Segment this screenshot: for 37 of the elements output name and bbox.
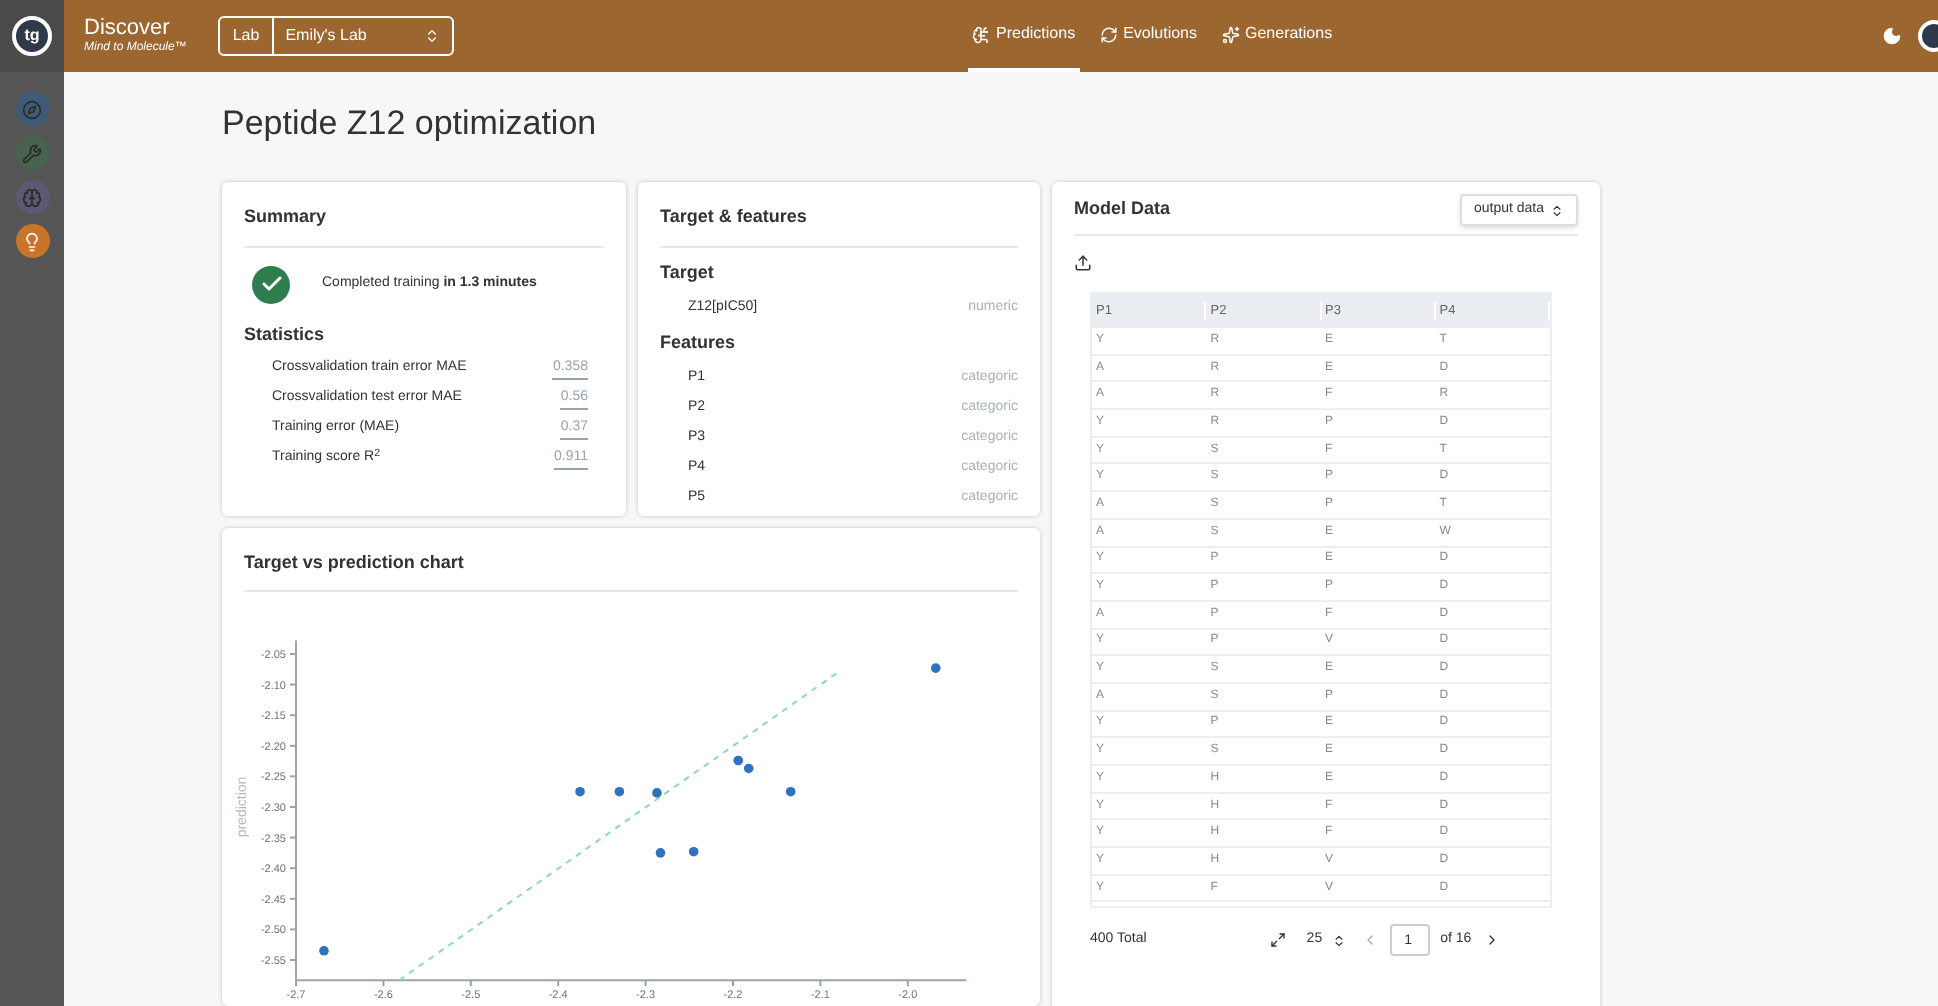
dark-mode-icon[interactable] — [1882, 26, 1902, 46]
nav-tab[interactable]: Generations — [1217, 0, 1337, 72]
data-point — [319, 946, 329, 956]
compass-icon — [22, 99, 42, 119]
data-point — [652, 788, 662, 798]
app-name: Discover — [84, 18, 172, 40]
nav-tab[interactable]: Predictions — [968, 0, 1080, 72]
data-point — [655, 848, 666, 858]
sidebar-button[interactable] — [15, 224, 49, 258]
select-caret-icon — [424, 28, 441, 44]
nav-tab-icon — [1221, 25, 1239, 43]
brain-icon — [22, 187, 42, 207]
data-point — [575, 786, 585, 797]
card-title: Target & features — [660, 204, 1018, 247]
data-point — [785, 786, 796, 797]
expand-icon[interactable] — [1270, 932, 1287, 948]
data-point — [688, 846, 699, 857]
logo-badge: tg — [12, 16, 52, 56]
select-caret-icon — [1550, 203, 1564, 217]
card-title: Summary — [244, 204, 604, 247]
data-point — [614, 786, 625, 797]
nav-tab-icon — [972, 25, 990, 43]
lab-select[interactable]: Lab Emily's Lab — [218, 16, 455, 56]
export-icon[interactable] — [1074, 254, 1092, 272]
card-title: Model Data — [1074, 196, 1171, 223]
card-title: Target vs prediction chart — [244, 549, 1018, 592]
section-title: Statistics — [244, 321, 327, 347]
data-point — [930, 663, 941, 673]
nav-tab-icon — [1099, 25, 1118, 43]
bulb-icon — [22, 231, 42, 251]
nav-tab[interactable]: Evolutions — [1095, 0, 1201, 72]
select-caret-icon — [1332, 933, 1347, 947]
success-check-icon — [252, 265, 290, 303]
section-title: Features — [660, 330, 738, 356]
section-title: Target — [660, 259, 716, 286]
page-title: Peptide Z12 optimization — [222, 102, 599, 146]
wrench-icon — [22, 143, 42, 163]
